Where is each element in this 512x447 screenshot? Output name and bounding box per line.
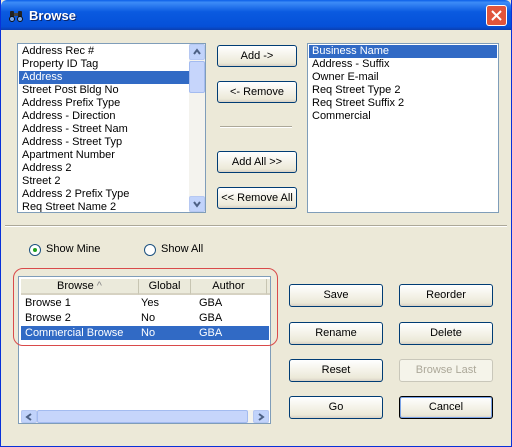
add-all-button[interactable]: Add All >> <box>217 151 297 173</box>
available-field-item[interactable]: Address - Direction <box>19 110 190 123</box>
selected-field-item[interactable]: Req Street Type 2 <box>309 84 497 97</box>
scroll-down-button[interactable] <box>189 196 205 212</box>
remove-button[interactable]: <- Remove <box>217 81 297 103</box>
show-all-label[interactable]: Show All <box>161 243 203 255</box>
delete-button[interactable]: Delete <box>399 322 493 345</box>
chevron-down-icon <box>193 201 201 208</box>
title-bar[interactable]: Browse <box>1 0 511 30</box>
window-title: Browse <box>29 8 76 23</box>
scroll-left-button[interactable] <box>21 410 37 423</box>
available-field-item[interactable]: Req Street Name 2 <box>19 201 190 212</box>
show-mine-radio[interactable] <box>29 244 41 256</box>
available-field-item[interactable]: Property ID Tag <box>19 58 190 71</box>
radio-selected-dot <box>33 248 37 252</box>
scroll-thumb[interactable] <box>189 61 205 93</box>
annotation-highlight <box>13 268 278 346</box>
available-field-item[interactable]: Address Rec # <box>19 45 190 58</box>
go-button[interactable]: Go <box>289 396 383 419</box>
close-icon <box>491 10 502 21</box>
available-fields-scrollbar[interactable] <box>189 44 205 212</box>
rename-button[interactable]: Rename <box>289 322 383 345</box>
scroll-up-button[interactable] <box>189 44 205 60</box>
show-all-radio[interactable] <box>144 244 156 256</box>
available-field-item[interactable]: Address Prefix Type <box>19 97 190 110</box>
chevron-right-icon <box>258 413 265 421</box>
save-button[interactable]: Save <box>289 284 383 307</box>
browse-window: Browse Address Rec # Property ID Tag Addre… <box>0 0 512 447</box>
available-field-item[interactable]: Address 2 <box>19 162 190 175</box>
available-field-item[interactable]: Address <box>19 71 190 84</box>
middle-divider <box>220 126 292 128</box>
available-field-item[interactable]: Apartment Number <box>19 149 190 162</box>
browse-last-button: Browse Last <box>399 359 493 382</box>
grid-horizontal-scrollbar[interactable] <box>21 410 269 423</box>
selected-field-item[interactable]: Req Street Suffix 2 <box>309 97 497 110</box>
available-field-item[interactable]: Street Post Bldg No <box>19 84 190 97</box>
chevron-left-icon <box>25 413 32 421</box>
available-field-item[interactable]: Address - Street Nam <box>19 123 190 136</box>
available-field-item[interactable]: Address 2 Prefix Type <box>19 188 190 201</box>
show-mine-label[interactable]: Show Mine <box>46 243 100 255</box>
close-button[interactable] <box>486 5 507 26</box>
chevron-up-icon <box>193 48 201 55</box>
selected-field-item[interactable]: Business Name <box>309 45 497 58</box>
section-divider <box>5 225 507 227</box>
selected-field-item[interactable]: Commercial <box>309 110 497 123</box>
selected-field-item[interactable]: Address - Suffix <box>309 58 497 71</box>
reset-button[interactable]: Reset <box>289 359 383 382</box>
remove-all-button[interactable]: << Remove All <box>217 187 297 209</box>
available-fields-list[interactable]: Address Rec # Property ID Tag Address Stree… <box>17 43 206 213</box>
available-field-item[interactable]: Street 2 <box>19 175 190 188</box>
selected-field-item[interactable]: Owner E-mail <box>309 71 497 84</box>
scroll-right-button[interactable] <box>253 410 269 423</box>
reorder-button[interactable]: Reorder <box>399 284 493 307</box>
scroll-thumb[interactable] <box>37 410 248 423</box>
binoculars-icon <box>9 11 23 22</box>
cancel-button[interactable]: Cancel <box>399 396 493 419</box>
add-button[interactable]: Add -> <box>217 45 297 67</box>
selected-fields-list[interactable]: Business Name Address - Suffix Owner E-mai… <box>307 43 499 213</box>
available-field-item[interactable]: Address - Street Typ <box>19 136 190 149</box>
